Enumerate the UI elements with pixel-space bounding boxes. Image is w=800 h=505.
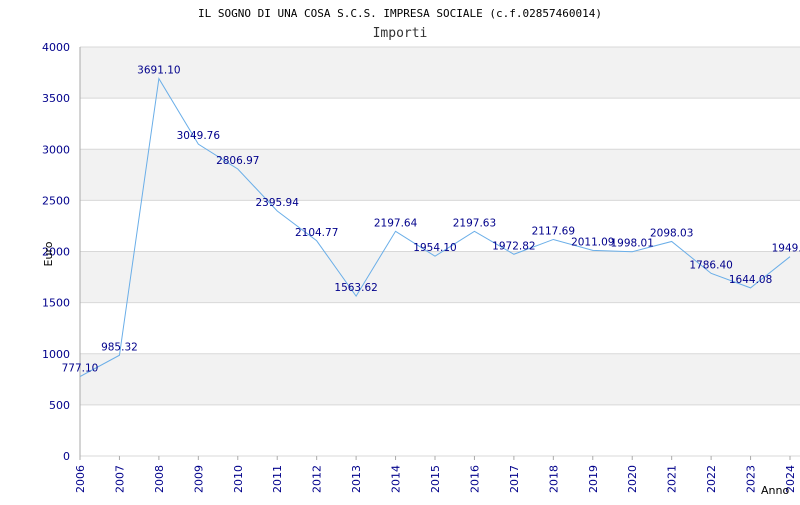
x-tick-label: 2023 — [745, 465, 758, 493]
y-axis-label: Euro — [42, 241, 55, 266]
y-tick-label: 0 — [63, 450, 70, 463]
x-tick-label: 2015 — [429, 465, 442, 493]
data-label: 777.10 — [62, 363, 99, 375]
data-label: 2117.69 — [532, 225, 575, 237]
data-label: 1972.82 — [492, 240, 535, 252]
x-tick-label: 2022 — [705, 465, 718, 493]
x-tick-label: 2017 — [508, 465, 521, 493]
y-tick-label: 4000 — [42, 41, 70, 54]
chart-subtitle: Importi — [373, 26, 428, 41]
data-label: 1786.40 — [689, 259, 732, 271]
data-labels: 777.10985.32 3691.10 3049.76 2806.97 2395.94… — [62, 65, 800, 375]
x-tick-label: 2020 — [626, 465, 639, 493]
x-tick-label: 2021 — [666, 465, 679, 493]
data-label: 2395.94 — [256, 197, 300, 209]
x-tick-label: 2016 — [468, 465, 481, 493]
data-label: 1954.10 — [413, 242, 456, 254]
x-tick-label: 2019 — [587, 465, 600, 493]
data-label: 2098.03 — [650, 227, 693, 239]
data-label: 2011.09 — [571, 236, 614, 248]
data-label: 1563.62 — [334, 282, 377, 294]
x-tick-label: 2014 — [390, 465, 403, 493]
x-tick-label: 2013 — [350, 465, 363, 493]
y-tick-label: 3500 — [42, 92, 70, 105]
data-label: 1949.3 — [772, 243, 800, 255]
data-label: 3049.76 — [177, 130, 221, 142]
x-tick-label: 2018 — [547, 465, 560, 493]
y-tick-label: 3000 — [42, 143, 70, 156]
data-label: 2197.63 — [453, 217, 496, 229]
x-axis-label: Anno — [761, 484, 789, 497]
x-tick-label: 2008 — [153, 465, 166, 493]
line-chart-svg: 777.10985.32 3691.10 3049.76 2806.97 2395.94… — [42, 7, 800, 497]
x-tick-label: 2012 — [311, 465, 324, 493]
x-tick-label: 2006 — [74, 465, 87, 493]
data-label: 2197.64 — [374, 217, 418, 229]
background-band — [80, 47, 800, 99]
y-tick-label: 1500 — [42, 297, 70, 310]
x-tick-label: 2009 — [192, 465, 205, 493]
background-bands — [80, 47, 800, 405]
y-tick-label: 1000 — [42, 348, 70, 361]
data-label: 1644.08 — [729, 274, 772, 286]
y-tick-label: 2500 — [42, 194, 70, 207]
data-label: 2104.77 — [295, 227, 338, 239]
chart-title: IL SOGNO DI UNA COSA S.C.S. IMPRESA SOCI… — [198, 7, 602, 20]
data-label: 1998.01 — [611, 238, 654, 250]
data-label: 3691.10 — [137, 65, 180, 77]
chart: 777.10 985.32 3691.10 3049.76 2806.97 2395.94… — [0, 0, 800, 500]
x-tick-label: 2011 — [271, 465, 284, 493]
x-tick-label: 2007 — [113, 465, 126, 493]
x-tick-label: 2010 — [232, 465, 245, 493]
data-label: 985.32 — [101, 341, 138, 353]
y-tick-label: 500 — [49, 399, 70, 412]
data-label: 2806.97 — [216, 155, 259, 167]
background-band — [80, 149, 800, 201]
background-band — [80, 353, 800, 405]
